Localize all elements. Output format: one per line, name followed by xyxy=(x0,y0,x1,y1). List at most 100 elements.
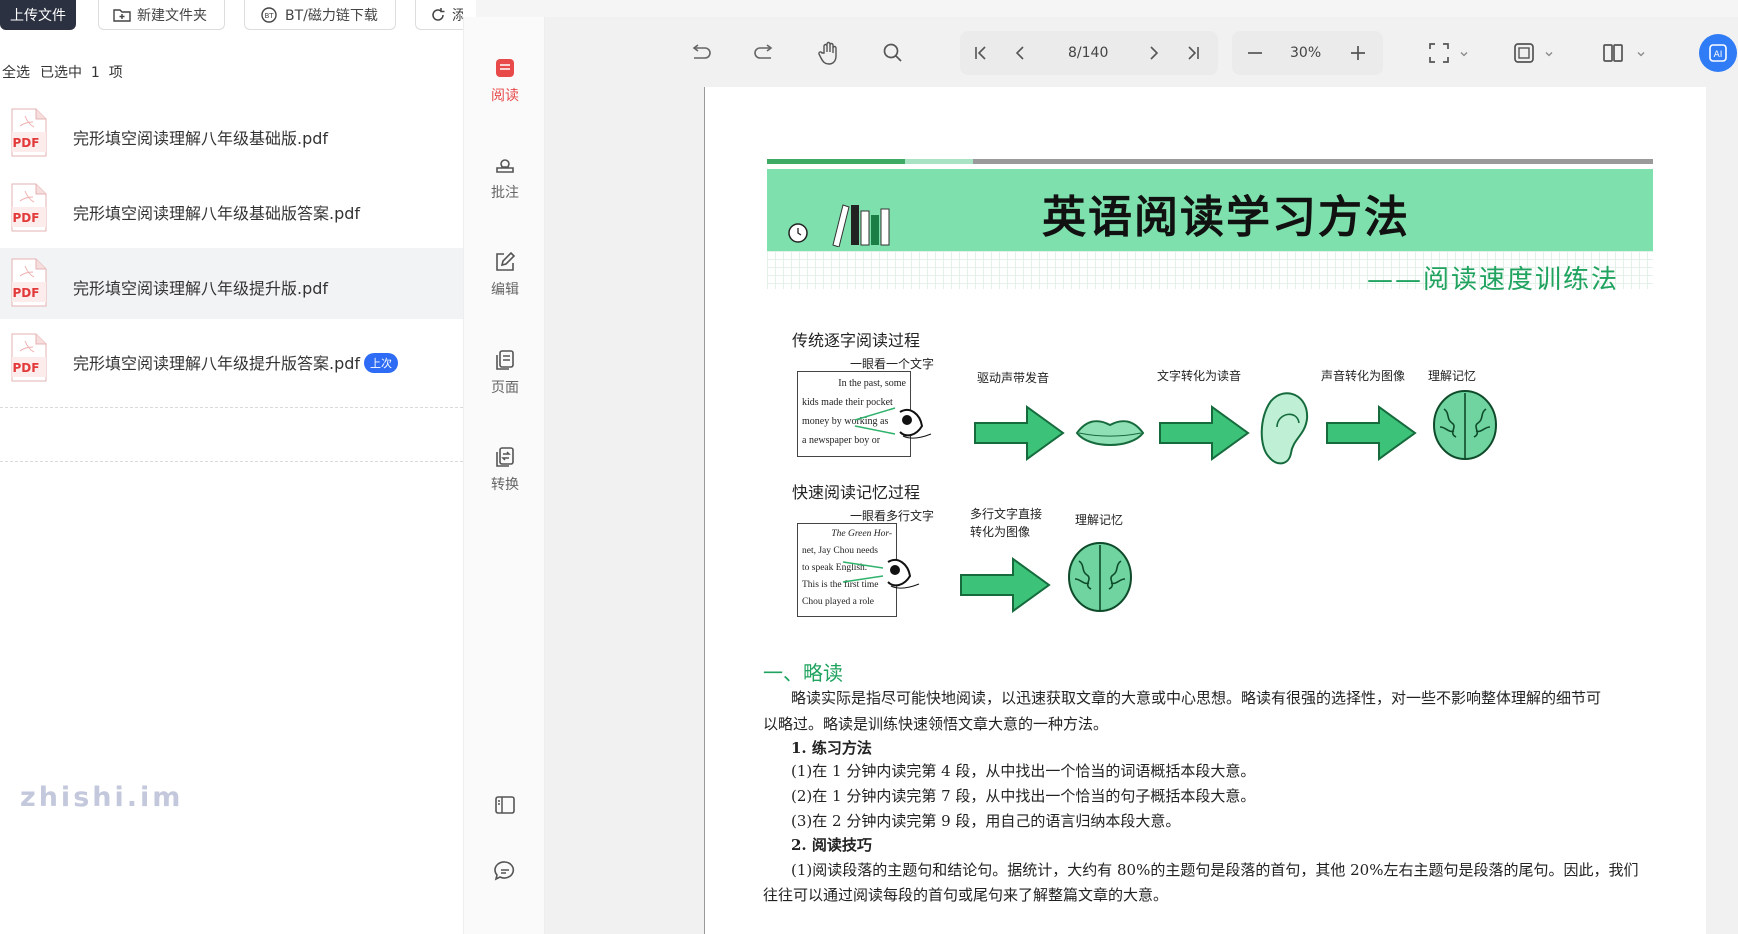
stamp-icon xyxy=(496,159,514,173)
search-button[interactable] xyxy=(879,39,907,67)
selected-unit: 项 xyxy=(108,65,123,81)
pdf-icon: PDF xyxy=(11,333,47,382)
file-row[interactable]: PDF 完形填空阅读理解八年级基础版.pdf xyxy=(0,98,463,170)
rail-item-edit[interactable]: 编辑 xyxy=(464,249,546,299)
bt-download-button[interactable]: BT BT/磁力链下载 xyxy=(244,0,396,30)
edit-icon xyxy=(496,251,516,271)
refresh-icon xyxy=(430,7,446,23)
rail-label: 转换 xyxy=(491,477,519,493)
pdf-page: 英语阅读学习方法 ——阅读速度训练法 传统逐字阅读过程 一眼看一个文字 In t… xyxy=(704,87,1706,934)
pages-icon xyxy=(496,350,514,370)
zoom-in-button[interactable] xyxy=(1344,39,1372,67)
zoom-level[interactable]: 30% xyxy=(1290,45,1321,61)
fast-heading: 快速阅读记忆过程 xyxy=(792,483,921,502)
file-row[interactable]: PDF 完形填空阅读理解八年级基础版答案.pdf xyxy=(0,173,463,245)
file-name: 完形填空阅读理解八年级基础版答案.pdf xyxy=(73,204,361,223)
svg-text:AI: AI xyxy=(1714,50,1723,60)
selected-count: 1 xyxy=(90,65,100,81)
rail-item-pages[interactable]: 页面 xyxy=(464,347,546,397)
rail-item-annotate[interactable]: 批注 xyxy=(464,152,546,202)
fullscreen-icon xyxy=(1429,43,1449,63)
zoom-out-button[interactable] xyxy=(1241,39,1269,67)
top-strip xyxy=(476,0,1738,17)
page-layout-button[interactable] xyxy=(1599,39,1627,67)
select-all-button[interactable]: 全选 xyxy=(2,62,30,82)
step-label: 理解记忆 xyxy=(1075,513,1124,527)
document-subtitle: ——阅读速度训练法 xyxy=(1367,265,1620,295)
last-page-button[interactable] xyxy=(1179,39,1207,67)
ai-assistant-button[interactable]: AI xyxy=(1699,34,1737,72)
arrow-icon xyxy=(960,557,1051,613)
ai-icon: AI xyxy=(1709,44,1727,62)
step-label: 文字转化为读音 xyxy=(1157,369,1242,383)
header-rule xyxy=(767,159,905,164)
sidebar-toggle-icon[interactable] xyxy=(492,792,518,818)
file-row[interactable]: PDF 完形填空阅读理解八年级提升版答案.pdf 上次 xyxy=(0,323,463,395)
chevron-down-icon[interactable] xyxy=(1458,48,1470,60)
subheading: 1. 练习方法 xyxy=(791,739,872,757)
chevron-down-icon[interactable] xyxy=(1635,48,1647,60)
paragraph: (1)阅读段落的主题句和结论句。据统计，大约有 80%的主题句是段落的首句，其他… xyxy=(791,861,1639,879)
svg-text:PDF: PDF xyxy=(13,136,40,150)
first-page-button[interactable] xyxy=(967,39,995,67)
selection-bar: 全选 已选中 1 项 xyxy=(2,62,123,82)
fast-caption: 一眼看多行文字 xyxy=(850,509,935,523)
hand-icon xyxy=(818,41,837,65)
rail-item-read[interactable]: 阅读 xyxy=(464,55,546,105)
cloud-add-button[interactable]: 添 xyxy=(415,0,463,30)
file-name-text: 完形填空阅读理解八年级提升版答案.pdf xyxy=(73,354,361,373)
rail-label: 页面 xyxy=(491,380,519,396)
chat-icon[interactable] xyxy=(492,858,518,884)
upload-button[interactable]: 上传文件 xyxy=(0,0,76,30)
paragraph: 以略过。略读是训练快速领悟文章大意的一种方法。 xyxy=(763,715,1109,733)
hand-tool-button[interactable] xyxy=(815,39,843,67)
ear-icon xyxy=(1260,392,1309,465)
prev-page-button[interactable] xyxy=(1007,39,1035,67)
pdf-icon: PDF xyxy=(11,258,47,307)
fast-line: The Green Hor- xyxy=(831,529,892,539)
viewer-toolbar: 8/140 30% AI xyxy=(545,17,1738,89)
brain-icon xyxy=(1068,542,1132,612)
trad-caption: 一眼看一个文字 xyxy=(850,357,935,371)
tool-rail: 阅读 批注 编辑 页面 转换 xyxy=(463,17,545,934)
new-folder-button[interactable]: 新建文件夹 xyxy=(98,0,225,30)
folder-plus-icon xyxy=(113,7,131,23)
list-item: (2)在 1 分钟内读完第 7 段，从中找出一个恰当的句子概括本段大意。 xyxy=(791,787,1256,805)
redo-button[interactable] xyxy=(750,39,778,67)
paragraph: 往往可以通过阅读每段的首句或尾句来了解整篇文章的大意。 xyxy=(763,886,1169,904)
last-opened-badge: 上次 xyxy=(364,353,399,373)
step-label: 驱动声带发音 xyxy=(977,371,1050,385)
first-page-icon xyxy=(975,46,986,60)
pdf-viewer: 8/140 30% AI 英语阅读学习方法 ——阅读速度训练法 传统逐字阅读过程… xyxy=(545,17,1738,934)
rail-item-convert[interactable]: 转换 xyxy=(464,444,546,494)
fit-width-button[interactable] xyxy=(1425,39,1453,67)
brain-icon xyxy=(1433,390,1497,460)
rail-label: 阅读 xyxy=(491,88,519,104)
divider xyxy=(0,461,463,462)
fit-page-icon xyxy=(1514,43,1534,63)
step-label: 转化为图像 xyxy=(970,525,1031,539)
step-label: 理解记忆 xyxy=(1428,369,1477,383)
file-name: 完形填空阅读理解八年级基础版.pdf xyxy=(73,129,329,148)
next-page-button[interactable] xyxy=(1139,39,1167,67)
new-folder-label: 新建文件夹 xyxy=(137,7,207,24)
page-indicator[interactable]: 8/140 xyxy=(1068,45,1108,61)
file-row-selected[interactable]: PDF 完形填空阅读理解八年级提升版.pdf xyxy=(0,248,463,319)
cloud-add-label: 添 xyxy=(452,5,463,25)
svg-text:PDF: PDF xyxy=(13,361,40,375)
arrow-icon xyxy=(1326,405,1417,461)
step-label: 声音转化为图像 xyxy=(1321,369,1406,383)
rail-label: 批注 xyxy=(491,185,519,201)
minus-icon xyxy=(1248,52,1262,54)
document-title: 英语阅读学习方法 xyxy=(1042,192,1410,243)
undo-button[interactable] xyxy=(687,39,715,67)
undo-icon xyxy=(692,44,711,59)
svg-text:PDF: PDF xyxy=(13,286,40,300)
convert-icon xyxy=(496,447,514,467)
paragraph: 略读实际是指尽可能快地阅读，以迅速获取文章的大意或中心思想。略读有很强的选择性，… xyxy=(791,689,1602,707)
fit-page-button[interactable] xyxy=(1510,39,1538,67)
bt-download-label: BT/磁力链下载 xyxy=(285,7,378,24)
book-icon xyxy=(496,59,514,77)
chevron-down-icon[interactable] xyxy=(1543,48,1555,60)
pdf-icon: PDF xyxy=(11,183,47,232)
